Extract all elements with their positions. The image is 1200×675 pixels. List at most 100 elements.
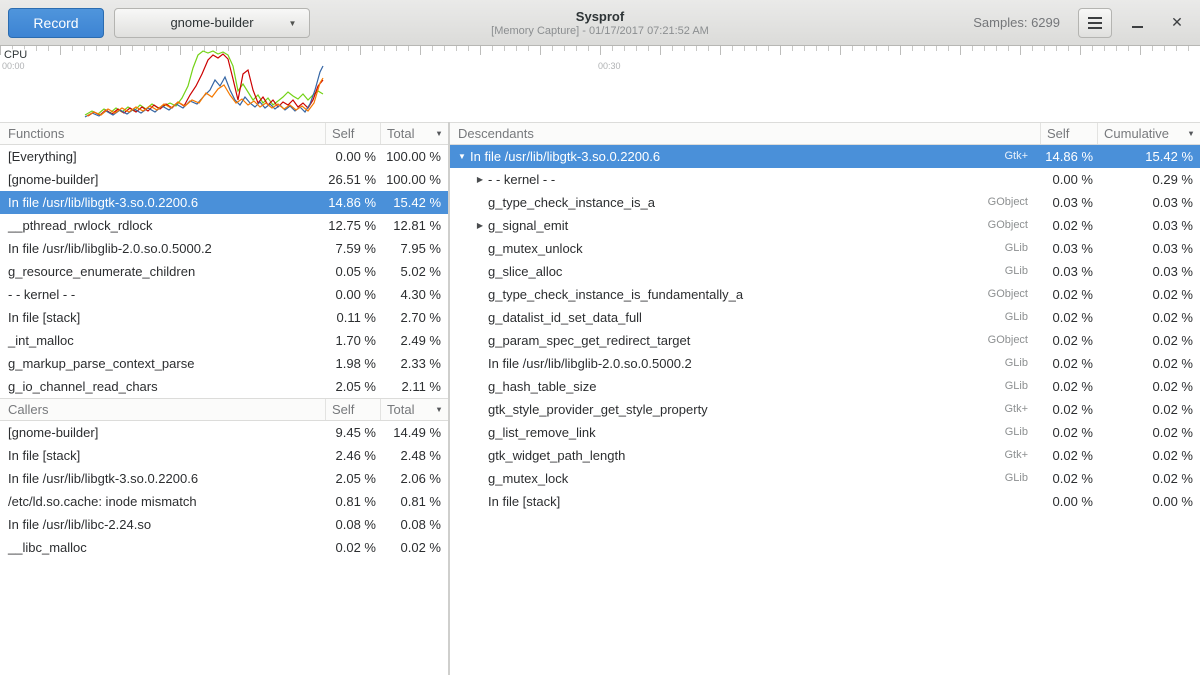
descendant-name-cell: g_type_check_instance_is_fundamentally_a — [450, 283, 950, 306]
self-value: 0.02 % — [1040, 375, 1097, 398]
self-value: 14.86 % — [325, 191, 380, 214]
table-row[interactable]: In file /usr/lib/libgtk-3.so.0.2200.614.… — [0, 191, 448, 214]
table-row[interactable]: __libc_malloc0.02 %0.02 % — [0, 536, 448, 559]
cpu-graph[interactable]: CPU 00:00 00:30 — [0, 46, 1200, 122]
function-name: gtk_widget_path_length — [488, 444, 625, 467]
cumulative-column-header[interactable]: Cumulative ▼ — [1097, 123, 1200, 144]
table-row[interactable]: [gnome-builder]9.45 %14.49 % — [0, 421, 448, 444]
cpu0-line — [85, 51, 323, 115]
total-value: 0.02 % — [380, 536, 448, 559]
tree-row[interactable]: In file /usr/lib/libglib-2.0.so.0.5000.2… — [450, 352, 1200, 375]
tree-row[interactable]: g_type_check_instance_is_aGObject0.03 %0… — [450, 191, 1200, 214]
tree-row[interactable]: g_mutex_lockGLib0.02 %0.02 % — [450, 467, 1200, 490]
self-value: 26.51 % — [325, 168, 380, 191]
total-value: 2.33 % — [380, 352, 448, 375]
process-selector[interactable]: gnome-builder ▼ — [114, 8, 310, 38]
capture-subtitle: [Memory Capture] - 01/17/2017 07:21:52 A… — [491, 25, 709, 37]
function-name: g_datalist_id_set_data_full — [488, 306, 642, 329]
total-value: 14.49 % — [380, 421, 448, 444]
table-row[interactable]: In file /usr/lib/libglib-2.0.so.0.5000.2… — [0, 237, 448, 260]
table-row[interactable]: [gnome-builder]26.51 %100.00 % — [0, 168, 448, 191]
library-tag: GObject — [950, 283, 1040, 306]
callers-column-header[interactable]: Callers — [0, 399, 325, 420]
function-name: g_type_check_instance_is_a — [488, 191, 655, 214]
table-row[interactable]: g_markup_parse_context_parse1.98 %2.33 % — [0, 352, 448, 375]
library-tag: GObject — [950, 329, 1040, 352]
descendant-name-cell: g_mutex_lock — [450, 467, 950, 490]
function-name: In file [stack] — [0, 306, 325, 329]
tree-row[interactable]: gtk_widget_path_lengthGtk+0.02 %0.02 % — [450, 444, 1200, 467]
sort-indicator-icon: ▼ — [435, 123, 443, 144]
table-row[interactable]: In file [stack]0.11 %2.70 % — [0, 306, 448, 329]
descendant-name-cell: g_slice_alloc — [450, 260, 950, 283]
library-tag: GObject — [950, 191, 1040, 214]
tree-row[interactable]: In file [stack]0.00 %0.00 % — [450, 490, 1200, 513]
descendant-name-cell: gtk_widget_path_length — [450, 444, 950, 467]
total-column-header[interactable]: Total ▼ — [380, 399, 448, 420]
table-row[interactable]: g_io_channel_read_chars2.05 %2.11 % — [0, 375, 448, 398]
tree-row[interactable]: g_mutex_unlockGLib0.03 %0.03 % — [450, 237, 1200, 260]
descendant-name-cell: g_param_spec_get_redirect_target — [450, 329, 950, 352]
descendants-column-header[interactable]: Descendants — [450, 123, 1040, 144]
tree-row[interactable]: ▶g_signal_emitGObject0.02 %0.03 % — [450, 214, 1200, 237]
library-tag: Gtk+ — [950, 145, 1040, 168]
library-tag: GLib — [950, 352, 1040, 375]
self-value: 7.59 % — [325, 237, 380, 260]
self-value: 14.86 % — [1040, 145, 1097, 168]
tree-row[interactable]: g_hash_table_sizeGLib0.02 %0.02 % — [450, 375, 1200, 398]
cumulative-value: 0.02 % — [1097, 329, 1200, 352]
tree-row[interactable]: g_list_remove_linkGLib0.02 %0.02 % — [450, 421, 1200, 444]
tree-row[interactable]: ▶- - kernel - -0.00 %0.29 % — [450, 168, 1200, 191]
cumulative-value: 0.03 % — [1097, 191, 1200, 214]
self-value: 2.46 % — [325, 444, 380, 467]
tree-row[interactable]: gtk_style_provider_get_style_propertyGtk… — [450, 398, 1200, 421]
functions-column-header[interactable]: Functions — [0, 123, 325, 144]
descendant-name-cell: ▼In file /usr/lib/libgtk-3.so.0.2200.6 — [450, 145, 950, 168]
tree-row[interactable]: g_type_check_instance_is_fundamentally_a… — [450, 283, 1200, 306]
hamburger-icon — [1088, 17, 1102, 19]
table-row[interactable]: g_resource_enumerate_children0.05 %5.02 … — [0, 260, 448, 283]
close-button[interactable]: ✕ — [1162, 8, 1192, 38]
total-value: 4.30 % — [380, 283, 448, 306]
sort-indicator-icon: ▼ — [435, 399, 443, 420]
self-value: 0.02 % — [1040, 421, 1097, 444]
total-value: 7.95 % — [380, 237, 448, 260]
minimize-icon — [1132, 26, 1143, 28]
table-row[interactable]: __pthread_rwlock_rdlock12.75 %12.81 % — [0, 214, 448, 237]
library-tag: GLib — [950, 260, 1040, 283]
self-value: 0.02 % — [1040, 329, 1097, 352]
function-name: g_markup_parse_context_parse — [0, 352, 325, 375]
table-row[interactable]: In file /usr/lib/libgtk-3.so.0.2200.62.0… — [0, 467, 448, 490]
function-name: g_signal_emit — [488, 214, 568, 237]
self-value: 9.45 % — [325, 421, 380, 444]
expander-closed-icon[interactable]: ▶ — [472, 214, 488, 237]
library-tag: GObject — [950, 214, 1040, 237]
minimize-button[interactable] — [1122, 8, 1152, 38]
library-tag — [950, 490, 1040, 513]
table-row[interactable]: In file [stack]2.46 %2.48 % — [0, 444, 448, 467]
tree-row[interactable]: g_param_spec_get_redirect_targetGObject0… — [450, 329, 1200, 352]
table-row[interactable]: /etc/ld.so.cache: inode mismatch0.81 %0.… — [0, 490, 448, 513]
expander-closed-icon[interactable]: ▶ — [472, 168, 488, 191]
table-row[interactable]: In file /usr/lib/libc-2.24.so0.08 %0.08 … — [0, 513, 448, 536]
tree-row[interactable]: g_slice_allocGLib0.03 %0.03 % — [450, 260, 1200, 283]
tree-row[interactable]: g_datalist_id_set_data_fullGLib0.02 %0.0… — [450, 306, 1200, 329]
time-label-mid: 00:30 — [598, 61, 621, 71]
tree-row[interactable]: ▼In file /usr/lib/libgtk-3.so.0.2200.6Gt… — [450, 145, 1200, 168]
self-column-header[interactable]: Self — [325, 399, 380, 420]
total-column-header[interactable]: Total ▼ — [380, 123, 448, 144]
library-tag: Gtk+ — [950, 444, 1040, 467]
record-button[interactable]: Record — [8, 8, 104, 38]
function-name: In file [stack] — [0, 444, 325, 467]
self-column-header[interactable]: Self — [1040, 123, 1097, 144]
table-row[interactable]: - - kernel - -0.00 %4.30 % — [0, 283, 448, 306]
total-value: 0.81 % — [380, 490, 448, 513]
table-row[interactable]: [Everything]0.00 %100.00 % — [0, 145, 448, 168]
expander-open-icon[interactable]: ▼ — [454, 145, 470, 168]
table-row[interactable]: _int_malloc1.70 %2.49 % — [0, 329, 448, 352]
self-column-header[interactable]: Self — [325, 123, 380, 144]
self-value: 0.02 % — [1040, 283, 1097, 306]
function-name: g_mutex_lock — [488, 467, 568, 490]
timeline-ruler-major — [0, 46, 1200, 55]
menu-button[interactable] — [1078, 8, 1112, 38]
